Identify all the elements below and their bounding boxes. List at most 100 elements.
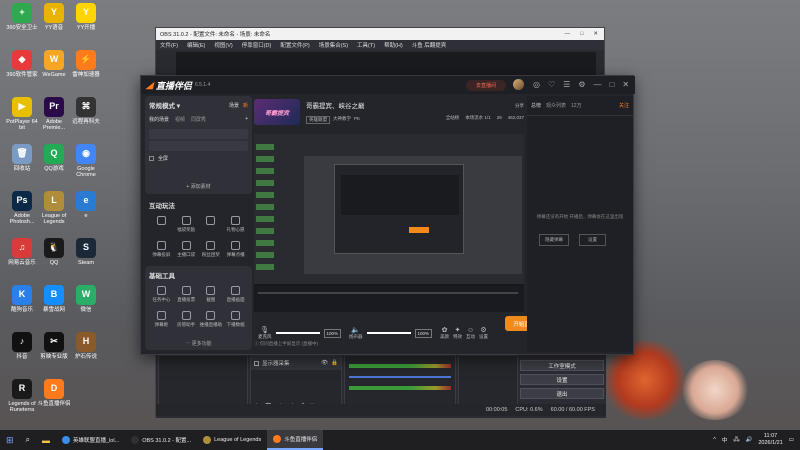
notification-icon[interactable]: ▭ xyxy=(789,437,794,443)
favorite-icon[interactable]: ♡ xyxy=(548,80,555,89)
maximize-icon[interactable]: □ xyxy=(580,31,583,37)
desktop-icon[interactable]: ee xyxy=(67,191,105,219)
tab-new[interactable]: 新 xyxy=(243,102,248,109)
live-preview-area[interactable] xyxy=(254,134,524,312)
interactive-item[interactable] xyxy=(149,216,174,233)
interactive-item[interactable] xyxy=(199,216,224,233)
checkbox-icon[interactable] xyxy=(254,360,259,366)
subtab-video[interactable]: 视频 xyxy=(175,116,185,123)
tab-audience[interactable]: 观众列表 xyxy=(546,102,566,109)
settings-icon[interactable]: ⚙ xyxy=(578,80,585,89)
interactive-item[interactable]: 粉丝团奖 xyxy=(199,241,224,258)
sub-category-tag[interactable]: 大神教学 xyxy=(333,116,351,124)
close-icon[interactable]: ✕ xyxy=(593,31,598,37)
menu-scene-collection[interactable]: 场景集合(S) xyxy=(319,41,348,49)
obs-title-bar[interactable]: OBS 31.0.2 - 配置文件: 未命名 - 场景: 未命名 — □ ✕ xyxy=(156,28,604,40)
ime-indicator[interactable]: 中 xyxy=(722,436,728,444)
interactive-item[interactable]: 主播口袋 xyxy=(174,241,199,258)
menu-docks[interactable]: 停靠窗口(D) xyxy=(242,41,272,49)
tool-item[interactable]: 直播投票 xyxy=(174,286,199,303)
category-tag[interactable]: 英雄联盟 xyxy=(306,116,330,124)
file-explorer-icon[interactable]: ▬ xyxy=(36,430,56,450)
tab-scene[interactable]: 场景 xyxy=(229,102,239,109)
danmaku-settings-button[interactable]: 设置 xyxy=(579,234,606,246)
taskbar-app[interactable]: OBS 31.0.2 - 配置... xyxy=(125,430,197,450)
go-live-room-button[interactable]: 去直播间 xyxy=(466,80,506,91)
tool-item[interactable]: 房管助手 xyxy=(174,311,199,328)
tool-item[interactable]: 直播画面 xyxy=(223,286,248,303)
desktop-icon[interactable]: H 炉石传说 xyxy=(67,332,105,360)
follow-button[interactable]: 关注 xyxy=(619,102,629,109)
room-title[interactable]: 哥霸提宾、峡谷之巅 xyxy=(306,100,440,110)
tool-item[interactable]: 弹幕姬 xyxy=(149,311,174,328)
checkbox-icon[interactable] xyxy=(149,155,154,161)
taskbar-app[interactable]: 英雄联盟直播_lol... xyxy=(56,430,125,450)
subtab-screen-share[interactable]: 同屏秀 xyxy=(191,116,206,123)
desktop-icon[interactable]: W 微信 xyxy=(67,285,105,313)
desktop-icon[interactable]: D 斗鱼直播伴侣 xyxy=(35,379,73,407)
desktop-icon[interactable]: ⚡ 雷神加速器 xyxy=(67,50,105,78)
menu-help[interactable]: 帮助(H) xyxy=(384,41,403,49)
obs-window-controls[interactable]: — □ ✕ xyxy=(565,31,604,37)
room-cover[interactable]: 哥霸提宾 xyxy=(254,99,300,125)
interact-button[interactable]: ☺ 互动 xyxy=(466,327,475,340)
taskbar-app[interactable]: 斗鱼直播伴侣 xyxy=(267,430,324,450)
speaker-icon[interactable]: 🔈 xyxy=(349,326,363,334)
desktop-icon[interactable]: ⌘ 远程再科夫 xyxy=(67,97,105,125)
mic-volume-slider[interactable] xyxy=(275,332,320,334)
effects-button[interactable]: ✦ 特效 xyxy=(453,326,462,340)
mode-selector[interactable]: 常规模式 ▾ xyxy=(149,100,180,110)
companion-title-bar[interactable]: ◢ 直播伴侣 6.5.1.4 去直播间 ◎ ♡ ☰ ⚙ — □ ✕ xyxy=(141,76,635,94)
maximize-icon[interactable]: □ xyxy=(610,80,615,89)
lock-icon[interactable]: 🔒 xyxy=(331,360,338,366)
menu-edit[interactable]: 编辑(E) xyxy=(187,41,205,49)
stat-flow[interactable]: 本场流水 1/1 xyxy=(465,115,491,121)
exit-button[interactable]: 退出 xyxy=(520,388,604,399)
mic-icon[interactable]: 🎙 xyxy=(258,326,272,334)
companion-window[interactable]: ◢ 直播伴侣 6.5.1.4 去直播间 ◎ ♡ ☰ ⚙ — □ ✕ 常规模式 ▾… xyxy=(140,75,635,355)
desktop-icon[interactable]: S Steam xyxy=(67,238,105,266)
tool-item[interactable]: 截图 xyxy=(199,286,224,303)
menu-file[interactable]: 文件(F) xyxy=(160,41,178,49)
menu-profile[interactable]: 配置文件(P) xyxy=(280,41,309,49)
menu-tools[interactable]: 工具(T) xyxy=(357,41,375,49)
start-button[interactable]: ⊞ xyxy=(0,430,20,450)
subtab-my-scene[interactable]: 我的场景 xyxy=(149,116,169,123)
settings-button[interactable]: 设置 xyxy=(520,374,604,385)
tool-item[interactable]: 下播数据 xyxy=(223,311,248,328)
interactive-item[interactable]: 弹幕投屏 xyxy=(149,241,174,258)
interactive-item[interactable]: 福袋奖励 xyxy=(174,216,199,233)
tray-up-icon[interactable]: ^ xyxy=(713,437,716,443)
avatar[interactable] xyxy=(513,79,524,90)
stat-rank[interactable]: 全站榜 xyxy=(446,115,460,121)
hide-danmaku-button[interactable]: 隐藏弹幕 xyxy=(539,234,569,246)
tool-item[interactable]: 任务中心 xyxy=(149,286,174,303)
mic-volume-value[interactable]: 100% xyxy=(323,328,342,338)
interactive-item[interactable]: 弹幕点播 xyxy=(223,241,248,258)
interactive-item[interactable]: 礼物心愿 xyxy=(223,216,248,233)
eye-icon[interactable]: 👁 xyxy=(321,360,328,366)
minimize-icon[interactable]: — xyxy=(594,80,602,89)
share-button[interactable]: 分享 xyxy=(515,103,524,109)
source-item-fullscreen[interactable]: 全屏 xyxy=(158,155,168,162)
taskbar-app[interactable]: League of Legends xyxy=(197,430,267,450)
close-icon[interactable]: ✕ xyxy=(622,80,629,89)
studio-mode-button[interactable]: 工作室模式 xyxy=(520,360,604,371)
network-icon[interactable]: 🖧 xyxy=(733,436,739,445)
clock[interactable]: 11:07 2026/1/21 xyxy=(758,433,782,446)
desktop-icon[interactable]: Y YY开播 xyxy=(67,3,105,31)
tab-total-rank[interactable]: 总榜 xyxy=(531,102,541,109)
menu-view[interactable]: 视图(V) xyxy=(214,41,232,49)
menu-icon[interactable]: ☰ xyxy=(563,80,570,89)
minimize-icon[interactable]: — xyxy=(565,31,571,37)
more-features-link[interactable]: ⋯ 更多功能 xyxy=(145,340,252,347)
desktop-icon[interactable]: ◉ Google Chrome xyxy=(67,144,105,178)
speaker-volume-slider[interactable] xyxy=(366,332,411,334)
notification-icon[interactable]: ◎ xyxy=(533,80,540,89)
add-icon[interactable]: + xyxy=(245,116,248,123)
settings-button[interactable]: ⚙ 设置 xyxy=(479,326,488,340)
add-source-button[interactable]: + 添加素材 xyxy=(145,183,252,190)
search-icon[interactable]: ⌕ xyxy=(20,430,36,450)
beauty-button[interactable]: ✿ 美颜 xyxy=(440,326,449,340)
source-item[interactable]: 显示器采集 xyxy=(262,359,290,367)
